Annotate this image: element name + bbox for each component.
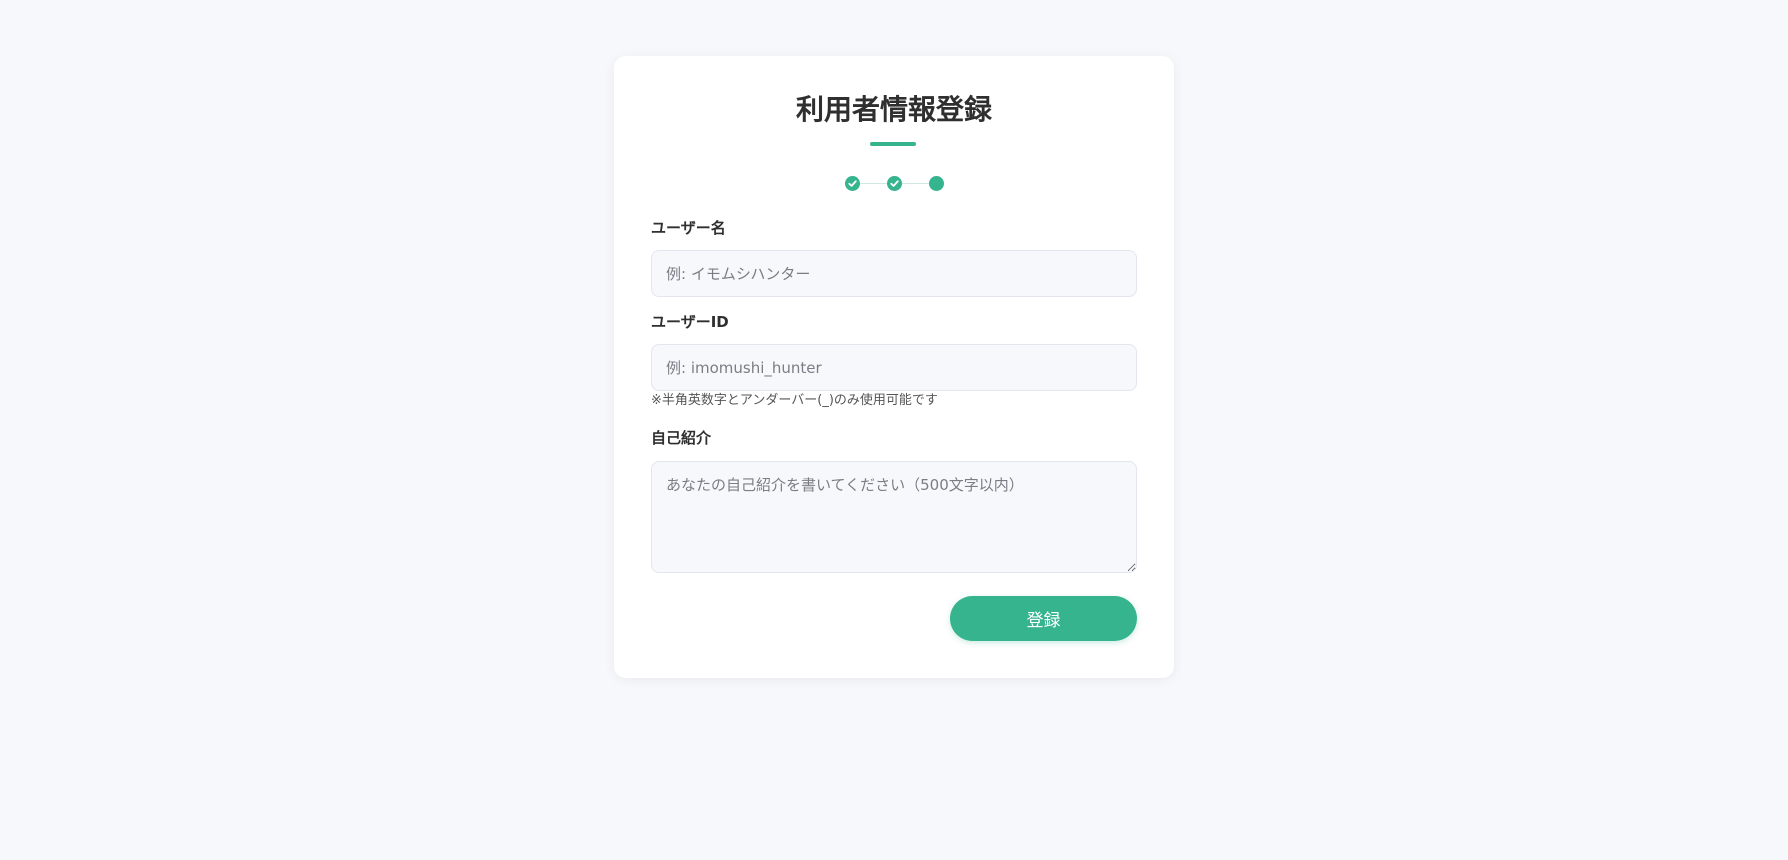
user-id-label: ユーザーID bbox=[651, 313, 729, 331]
user-id-hint: ※半角英数字とアンダーバー(_)のみ使用可能です bbox=[651, 393, 938, 408]
registration-card: 利用者情報登録 ユーザー名 ユーザーID ※半角英数字とアンダーバー(_)のみ使… bbox=[614, 56, 1174, 678]
user-id-input[interactable] bbox=[651, 344, 1137, 391]
username-input[interactable] bbox=[651, 250, 1137, 297]
register-button[interactable]: 登録 bbox=[950, 596, 1137, 641]
title-underline bbox=[870, 142, 916, 146]
step-connector bbox=[902, 183, 929, 184]
step-2-complete bbox=[887, 176, 902, 191]
bio-textarea[interactable] bbox=[651, 461, 1137, 573]
check-icon bbox=[848, 180, 857, 187]
page-title: 利用者情報登録 bbox=[795, 93, 992, 126]
step-indicator bbox=[845, 176, 944, 192]
check-icon bbox=[890, 180, 899, 187]
bio-label: 自己紹介 bbox=[651, 429, 712, 447]
step-3-current bbox=[929, 176, 944, 191]
step-connector bbox=[860, 183, 887, 184]
username-label: ユーザー名 bbox=[651, 219, 726, 237]
step-1-complete bbox=[845, 176, 860, 191]
